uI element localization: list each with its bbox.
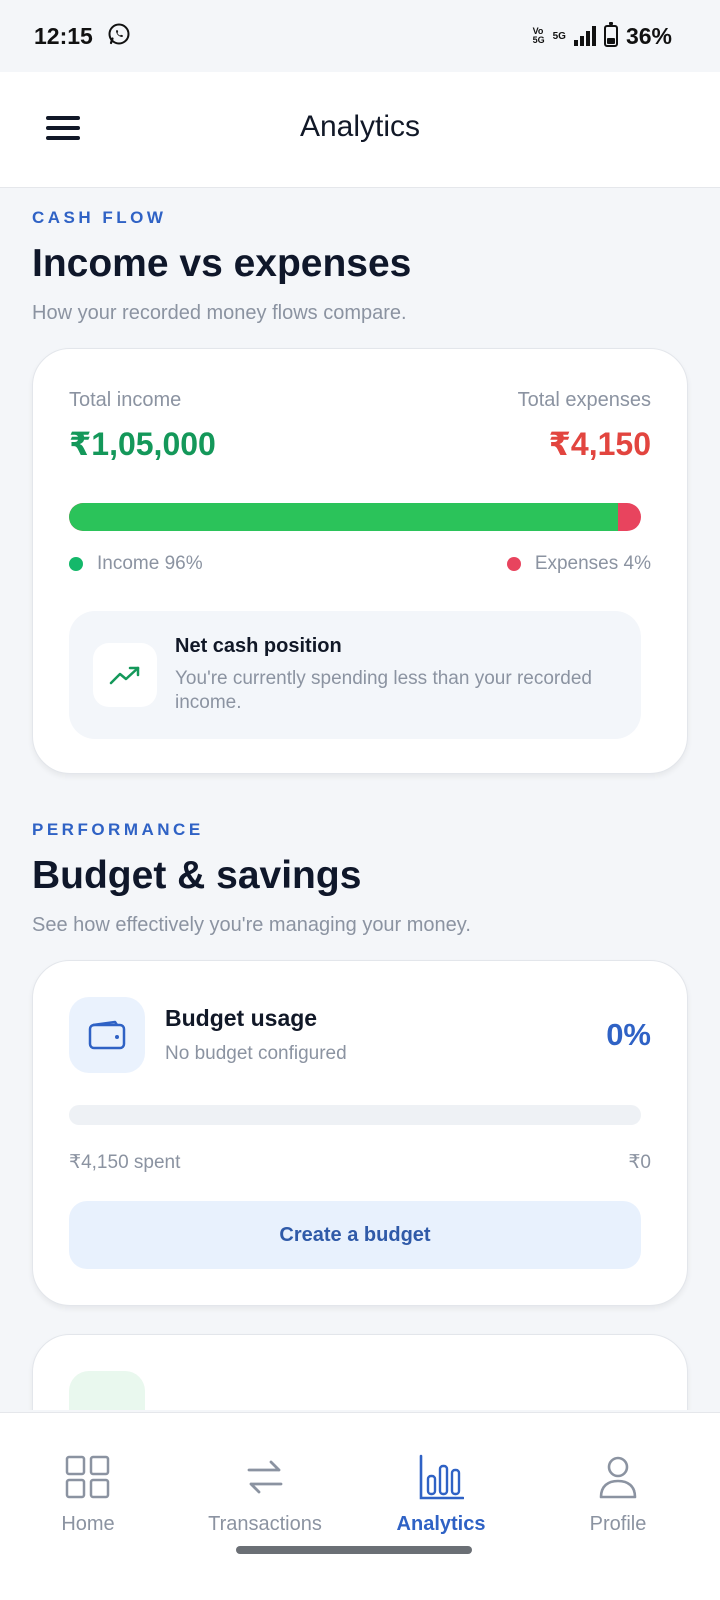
income-dot-icon (69, 557, 83, 571)
savings-card (32, 1334, 688, 1410)
performance-subtitle: See how effectively you're managing your… (32, 914, 471, 936)
bottom-navigation: Home Transactions Analytics Profile (0, 1412, 720, 1600)
budget-percentage: 0% (606, 1017, 651, 1052)
nav-analytics-label: Analytics (396, 1513, 486, 1535)
net-cash-position: Net cash position You're currently spend… (69, 611, 641, 739)
net-cash-text: You're currently spending less than your… (175, 668, 592, 713)
total-income-value: ₹1,05,000 (69, 426, 216, 462)
page-title: Analytics (299, 110, 421, 143)
bar-chart-icon (417, 1453, 465, 1501)
nav-home[interactable]: Home (0, 1453, 176, 1543)
grid-icon (64, 1453, 112, 1501)
nav-profile[interactable]: Profile (530, 1453, 706, 1543)
budget-usage-title: Budget usage (165, 1005, 318, 1031)
income-expense-bar (69, 503, 641, 531)
budget-usage-card: Budget usage No budget configured 0% ₹4,… (32, 960, 688, 1306)
whatsapp-icon (107, 22, 131, 51)
expense-dot-icon (506, 557, 521, 571)
budget-progress-bar (69, 1105, 641, 1125)
user-icon (594, 1453, 642, 1501)
total-expenses-label: Total expenses (517, 389, 651, 411)
nav-profile-label: Profile (589, 1513, 647, 1535)
cash-flow-title: Income vs expenses (32, 242, 412, 285)
savings-icon (69, 1371, 145, 1410)
app-bar: Analytics (0, 72, 720, 188)
legend-income: Income 96% (69, 553, 203, 575)
legend-expenses: Expenses 4% (506, 553, 651, 575)
create-budget-button[interactable]: Create a budget (69, 1201, 641, 1269)
cash-flow-subtitle: How your recorded money flows compare. (32, 302, 407, 324)
nav-analytics[interactable]: Analytics (353, 1453, 529, 1543)
nav-home-label: Home (61, 1513, 115, 1535)
performance-kicker: PERFORMANCE (32, 820, 204, 839)
income-expense-card: Total income ₹1,05,000 Total expenses ₹4… (32, 348, 688, 774)
performance-title: Budget & savings (32, 854, 362, 897)
cash-flow-kicker: CASH FLOW (32, 208, 167, 227)
total-expenses-value: ₹4,150 (548, 426, 651, 462)
budget-status: No budget configured (165, 1043, 347, 1064)
battery-percent: 36% (625, 22, 672, 49)
trending-up-icon (93, 643, 157, 707)
budget-total: ₹0 (628, 1152, 651, 1173)
home-indicator[interactable] (236, 1546, 472, 1554)
battery-icon (603, 22, 618, 47)
budget-spent: ₹4,150 spent (69, 1152, 181, 1173)
nav-transactions-label: Transactions (208, 1513, 322, 1535)
signal-icon (573, 26, 596, 46)
total-income-label: Total income (69, 389, 182, 411)
scroll-content[interactable]: CASH FLOW Income vs expenses How your re… (0, 188, 720, 1410)
wallet-icon (69, 997, 145, 1073)
income-bar-segment (69, 503, 619, 531)
net-cash-title: Net cash position (175, 635, 342, 657)
nav-transactions[interactable]: Transactions (177, 1453, 353, 1543)
status-bar: 12:15 Vo 5G 5G 36% (0, 0, 720, 72)
network-type: 5G (552, 30, 566, 42)
swap-arrows-icon (241, 1453, 289, 1501)
volte-indicator: Vo 5G (532, 26, 545, 45)
status-time: 12:15 (34, 22, 93, 49)
